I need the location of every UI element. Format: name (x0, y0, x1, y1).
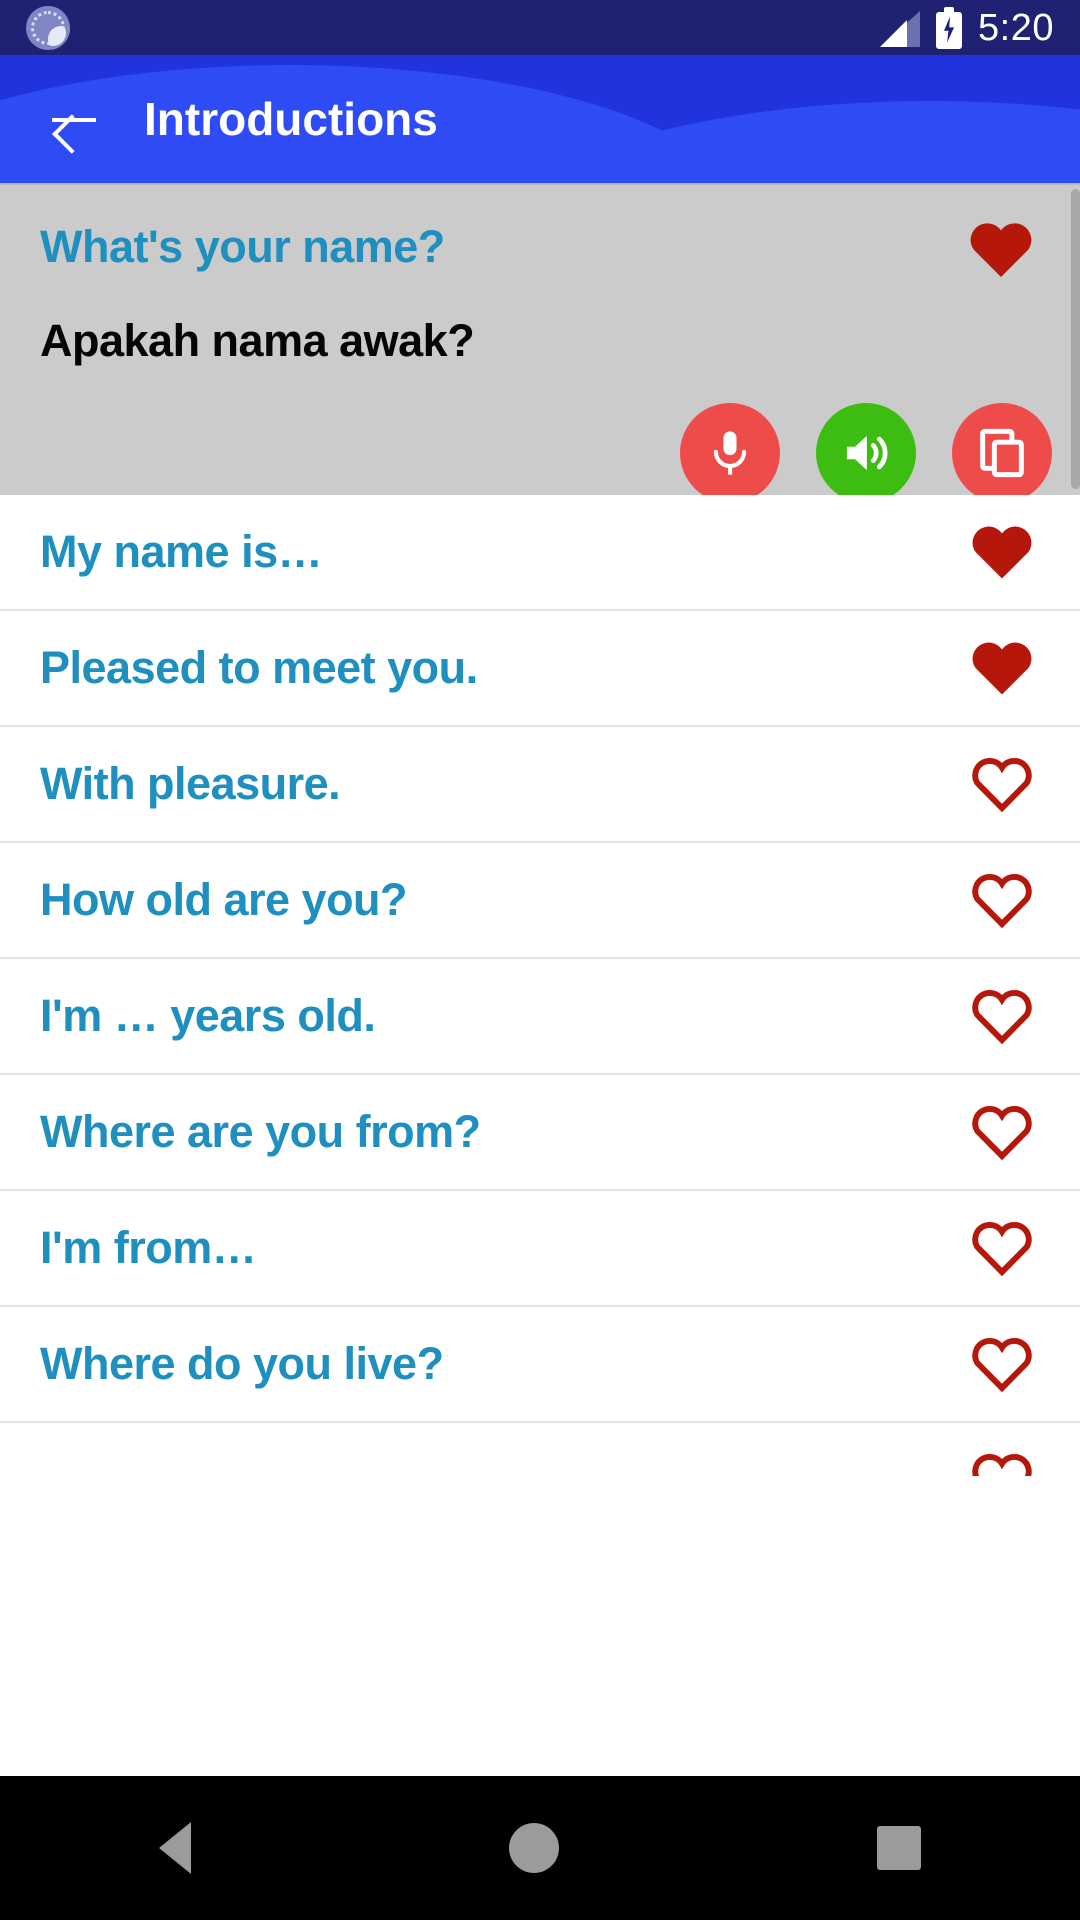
phrase-text: Pleased to meet you. (40, 642, 478, 693)
copy-button[interactable] (952, 403, 1052, 503)
system-navigation-bar (0, 1776, 1080, 1920)
phrase-text: How old are you? (40, 874, 408, 925)
featured-translation-text: Apakah nama awak? (40, 315, 475, 366)
favorite-heart-outline-icon[interactable] (968, 867, 1036, 934)
phrase-text: Where are you from? (40, 1106, 481, 1157)
microphone-button[interactable] (680, 403, 780, 503)
list-item[interactable]: I'm from… (0, 1191, 1080, 1307)
phrase-text: I'm … years old. (40, 990, 376, 1041)
favorite-heart-outline-icon[interactable] (968, 983, 1036, 1050)
do-not-disturb-icon (26, 5, 70, 50)
back-arrow-icon[interactable] (46, 91, 102, 147)
status-bar: 5:20 (0, 0, 1080, 55)
battery-charging-icon (936, 6, 963, 49)
featured-favorite-heart-filled-icon[interactable] (966, 215, 1036, 284)
favorite-heart-outline-icon[interactable] (968, 1099, 1036, 1166)
nav-home-circle-icon[interactable] (509, 1823, 559, 1873)
phrase-text: My name is… (40, 526, 323, 577)
page-title: Introductions (144, 93, 438, 145)
featured-phrase-card[interactable]: What's your name? Apakah nama awak? (0, 183, 1080, 503)
list-item[interactable]: I'm … years old. (0, 959, 1080, 1075)
nav-recents-square-icon[interactable] (877, 1826, 921, 1870)
app-bar: Introductions (0, 55, 1080, 183)
favorite-heart-outline-icon[interactable] (968, 1447, 1036, 1476)
list-item[interactable]: Where are you from? (0, 1075, 1080, 1191)
favorite-heart-outline-icon[interactable] (968, 1331, 1036, 1398)
favorite-heart-filled-icon[interactable] (968, 519, 1036, 586)
phrase-text: I'm from… (40, 1222, 257, 1273)
phrase-text: Where do you live? (40, 1338, 444, 1389)
nav-back-triangle-icon[interactable] (159, 1822, 191, 1874)
microphone-icon (713, 431, 747, 475)
volume-up-icon (846, 435, 888, 471)
list-item[interactable]: My name is… (0, 495, 1080, 611)
list-item[interactable]: With pleasure. (0, 727, 1080, 843)
card-scrollbar[interactable] (1071, 189, 1080, 489)
status-bar-right: 5:20 (878, 6, 1080, 49)
list-item[interactable]: Where do you live? (0, 1307, 1080, 1423)
speak-button[interactable] (816, 403, 916, 503)
copy-icon (980, 428, 1024, 478)
featured-source-text: What's your name? (40, 221, 445, 272)
signal-bars-icon (878, 9, 921, 47)
list-item[interactable]: How old are you? (0, 843, 1080, 959)
status-bar-clock: 5:20 (978, 6, 1054, 49)
favorite-heart-filled-icon[interactable] (968, 635, 1036, 702)
phrase-list[interactable]: My name is… Pleased to meet you. With pl… (0, 495, 1080, 1476)
phrase-text: With pleasure. (40, 758, 341, 809)
favorite-heart-outline-icon[interactable] (968, 1215, 1036, 1282)
favorite-heart-outline-icon[interactable] (968, 751, 1036, 818)
card-action-buttons (680, 403, 1052, 503)
list-item[interactable]: Pleased to meet you. (0, 611, 1080, 727)
status-bar-left (0, 5, 70, 50)
list-item[interactable] (0, 1423, 1080, 1476)
